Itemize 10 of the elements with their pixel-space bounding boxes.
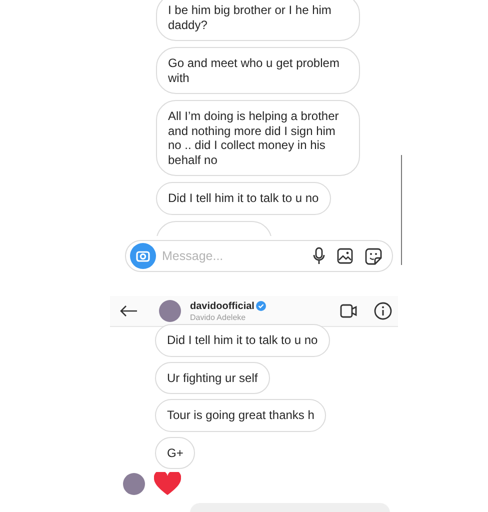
full-name: Davido Adeleke	[190, 312, 247, 322]
message-bubble: All I’m doing is helping a brother and nothing more did I sign him no .. did I collect money in his behalf no	[156, 100, 360, 176]
message-bubble: Did I tell him it to talk to u no	[155, 324, 330, 356]
message-bubble: Tour is going great thanks h	[155, 399, 326, 432]
message-bubble: I be him big brother or I he him daddy?	[156, 0, 360, 41]
message-bubble: G+	[155, 436, 196, 469]
message-bubble: Ur fighting ur self	[155, 362, 270, 394]
username: davidoofficial	[190, 300, 254, 312]
message-bubble: Did I tell him it to talk to u no	[156, 182, 331, 214]
message-bubble: Go and meet who u get problem with	[156, 47, 360, 94]
